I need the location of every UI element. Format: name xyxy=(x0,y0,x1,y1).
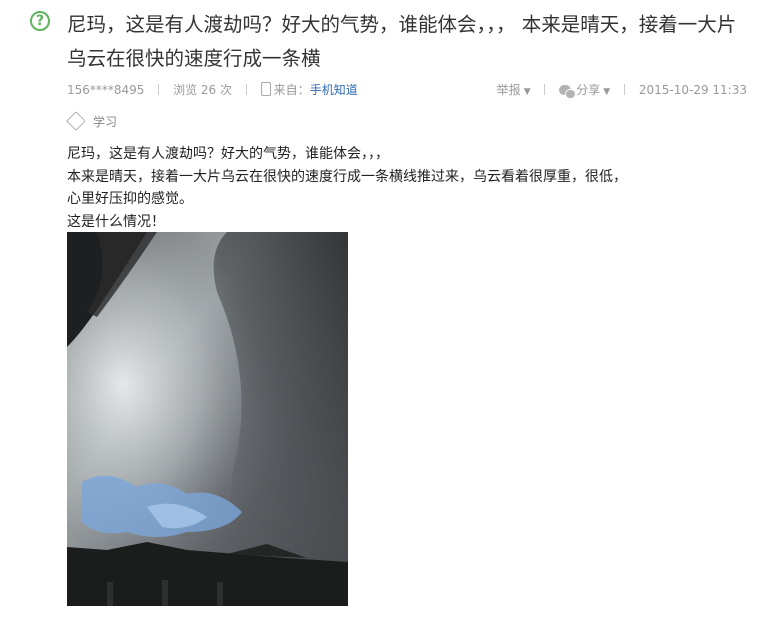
question-photo[interactable] xyxy=(67,232,348,606)
divider xyxy=(544,84,546,95)
question-icon: ? xyxy=(30,11,50,31)
asker-name[interactable]: 156****8495 xyxy=(67,83,144,97)
divider xyxy=(158,84,160,95)
phone-icon xyxy=(260,82,271,96)
report-label: 举报 xyxy=(496,83,521,97)
divider xyxy=(624,84,626,95)
post-datetime: 2015-10-29 11:33 xyxy=(638,83,747,97)
source-prefix: 来自： xyxy=(273,83,310,97)
body-line: 这是什么情况！ xyxy=(67,213,165,230)
tag-link[interactable]: 学习 xyxy=(66,111,118,132)
question-body: 尼玛，这是有人渡劫吗？好大的气势，谁能体会，，， 本来是晴天，接着一大片乌云在很… xyxy=(67,143,747,233)
report-button[interactable]: 举报 ▼ xyxy=(497,83,531,97)
body-line: 本来是晴天，接着一大片乌云在很快的速度行成一条横线推过来，乌云看着很厚重，很低， xyxy=(67,168,627,185)
tag-icon xyxy=(66,111,86,131)
source-link[interactable]: 手机知道 xyxy=(310,83,358,97)
question-title: 尼玛，这是有人渡劫吗？好大的气势，谁能体会，，， 本来是晴天，接着一大片乌云在很… xyxy=(67,13,737,70)
view-count: 浏览 26 次 xyxy=(173,83,233,97)
question-meta: 156****8495 浏览 26 次 来自：手机知道 举报 ▼ 分享 ▼ 2015… xyxy=(67,80,747,100)
share-label: 分享 xyxy=(576,83,601,97)
chevron-down-icon: ▼ xyxy=(603,87,611,97)
body-line: 心里好压抑的感觉。 xyxy=(67,191,193,207)
divider xyxy=(245,84,247,95)
body-line: 尼玛，这是有人渡劫吗？好大的气势，谁能体会，，， xyxy=(67,146,389,162)
chat-bubbles-icon xyxy=(559,85,577,99)
chevron-down-icon: ▼ xyxy=(523,87,531,97)
share-button[interactable]: 分享 ▼ xyxy=(559,83,611,99)
tag-label: 学习 xyxy=(93,115,118,129)
